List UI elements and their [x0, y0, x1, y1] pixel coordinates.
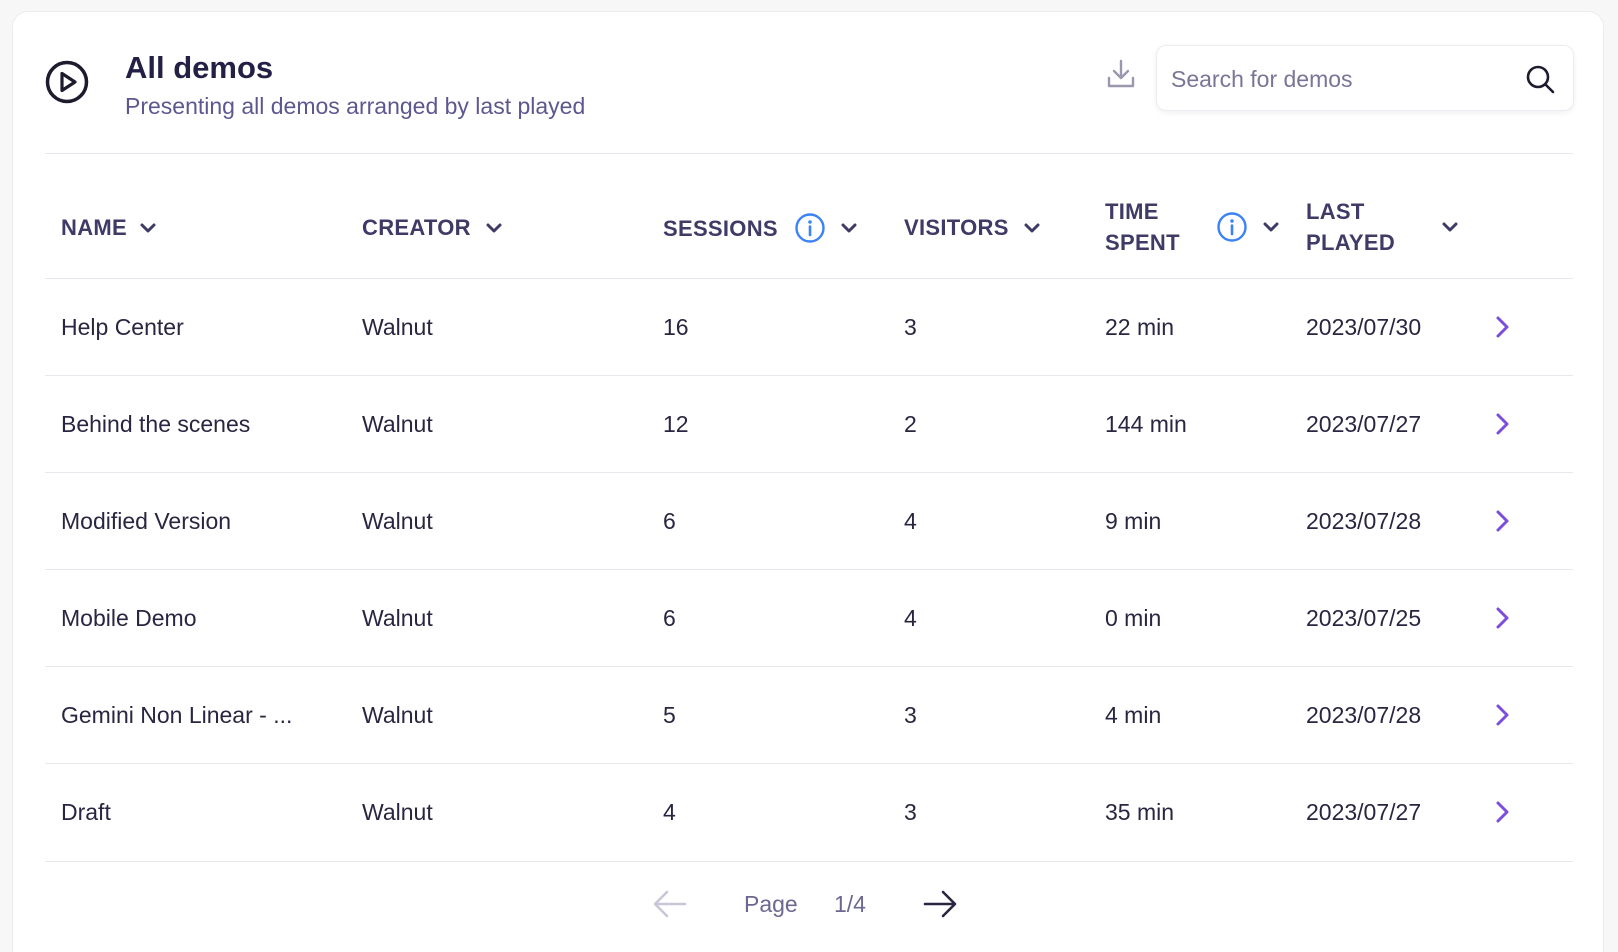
- cell-name: Gemini Non Linear - ...: [61, 702, 293, 728]
- cell-name: Help Center: [61, 314, 184, 340]
- column-header-last-played[interactable]: LAST PLAYED: [1306, 196, 1459, 258]
- table-row[interactable]: Mobile Demo Walnut 6 4 0 min 2023/07/25: [45, 570, 1573, 666]
- table-row[interactable]: Help Center Walnut 16 3 22 min 2023/07/3…: [45, 279, 1573, 375]
- chevron-down-icon[interactable]: [1262, 218, 1280, 236]
- cell-time-spent: 22 min: [1105, 314, 1175, 340]
- search-input[interactable]: [1171, 60, 1501, 98]
- cell-creator: Walnut: [362, 799, 433, 825]
- cell-visitors: 3: [904, 702, 917, 728]
- cell-sessions: 16: [663, 314, 689, 340]
- column-header-label: CREATOR: [362, 215, 471, 240]
- column-header-time-spent[interactable]: TIME SPENT: [1105, 196, 1280, 258]
- column-header-visitors[interactable]: VISITORS: [904, 212, 1041, 243]
- cell-visitors: 2: [904, 411, 917, 437]
- chevron-down-icon[interactable]: [485, 219, 503, 237]
- table-row[interactable]: Draft Walnut 4 3 35 min 2023/07/27: [45, 764, 1573, 860]
- cell-time-spent: 9 min: [1105, 508, 1162, 534]
- chevron-down-icon[interactable]: [840, 219, 858, 237]
- cell-name: Behind the scenes: [61, 411, 251, 437]
- table-row[interactable]: Behind the scenes Walnut 12 2 144 min 20…: [45, 376, 1573, 472]
- chevron-right-icon[interactable]: [1490, 798, 1514, 826]
- column-header-label-line: LAST: [1306, 199, 1365, 224]
- chevron-right-icon[interactable]: [1490, 507, 1514, 535]
- cell-sessions: 4: [663, 799, 676, 825]
- chevron-down-icon[interactable]: [1023, 219, 1041, 237]
- table-row[interactable]: Gemini Non Linear - ... Walnut 5 3 4 min…: [45, 667, 1573, 763]
- cell-last-played: 2023/07/28: [1306, 702, 1422, 728]
- cell-name: Draft: [61, 799, 111, 825]
- column-header-label: SESSIONS: [663, 215, 778, 241]
- search-icon[interactable]: [1525, 64, 1555, 94]
- arrow-right-icon[interactable]: [922, 888, 958, 920]
- cell-time-spent: 0 min: [1105, 605, 1162, 631]
- chevron-down-icon[interactable]: [139, 219, 157, 237]
- chevron-down-icon[interactable]: [1441, 218, 1459, 236]
- cell-last-played: 2023/07/27: [1306, 411, 1422, 437]
- column-header-label-line: PLAYED: [1306, 230, 1396, 255]
- cell-creator: Walnut: [362, 702, 433, 728]
- cell-time-spent: 144 min: [1105, 411, 1187, 437]
- pagination-current: 1/4: [834, 891, 866, 917]
- header-divider: [45, 153, 1573, 154]
- cell-creator: Walnut: [362, 314, 433, 340]
- page-subtitle: Presenting all demos arranged by last pl…: [125, 93, 586, 119]
- cell-sessions: 6: [663, 508, 676, 534]
- info-icon[interactable]: [1216, 211, 1248, 243]
- cell-last-played: 2023/07/30: [1306, 314, 1422, 340]
- cell-name: Modified Version: [61, 508, 232, 534]
- cell-sessions: 12: [663, 411, 689, 437]
- cell-creator: Walnut: [362, 508, 433, 534]
- column-header-sessions[interactable]: SESSIONS: [663, 212, 858, 244]
- column-header-label-line: SPENT: [1105, 230, 1180, 255]
- page-title: All demos: [125, 50, 274, 85]
- cell-visitors: 4: [904, 605, 917, 631]
- cell-creator: Walnut: [362, 605, 433, 631]
- column-header-label: LAST PLAYED: [1306, 196, 1395, 258]
- chevron-right-icon[interactable]: [1490, 701, 1514, 729]
- play-circle-icon: [45, 60, 89, 104]
- cell-visitors: 4: [904, 508, 917, 534]
- column-header-label-line: TIME: [1105, 199, 1159, 224]
- chevron-right-icon[interactable]: [1490, 410, 1514, 438]
- column-header-label: VISITORS: [904, 215, 1009, 240]
- chevron-right-icon[interactable]: [1490, 604, 1514, 632]
- cell-time-spent: 4 min: [1105, 702, 1162, 728]
- cell-sessions: 5: [663, 702, 676, 728]
- cell-name: Mobile Demo: [61, 605, 197, 631]
- column-header-label: NAME: [61, 215, 127, 240]
- search-box: [1156, 45, 1574, 111]
- table-row[interactable]: Modified Version Walnut 6 4 9 min 2023/0…: [45, 473, 1573, 569]
- info-icon[interactable]: [794, 212, 826, 244]
- cell-sessions: 6: [663, 605, 676, 631]
- cell-last-played: 2023/07/27: [1306, 799, 1422, 825]
- column-header-label: TIME SPENT: [1105, 196, 1180, 258]
- cell-visitors: 3: [904, 314, 917, 340]
- row-divider: [45, 861, 1573, 862]
- cell-time-spent: 35 min: [1105, 799, 1175, 825]
- cell-creator: Walnut: [362, 411, 433, 437]
- arrow-left-icon[interactable]: [652, 888, 688, 920]
- column-header-creator[interactable]: CREATOR: [362, 212, 503, 243]
- cell-last-played: 2023/07/25: [1306, 605, 1422, 631]
- cell-last-played: 2023/07/28: [1306, 508, 1422, 534]
- column-header-name[interactable]: NAME: [61, 212, 157, 243]
- download-icon[interactable]: [1106, 58, 1136, 90]
- chevron-right-icon[interactable]: [1490, 313, 1514, 341]
- cell-visitors: 3: [904, 799, 917, 825]
- pagination-label: Page: [744, 891, 798, 917]
